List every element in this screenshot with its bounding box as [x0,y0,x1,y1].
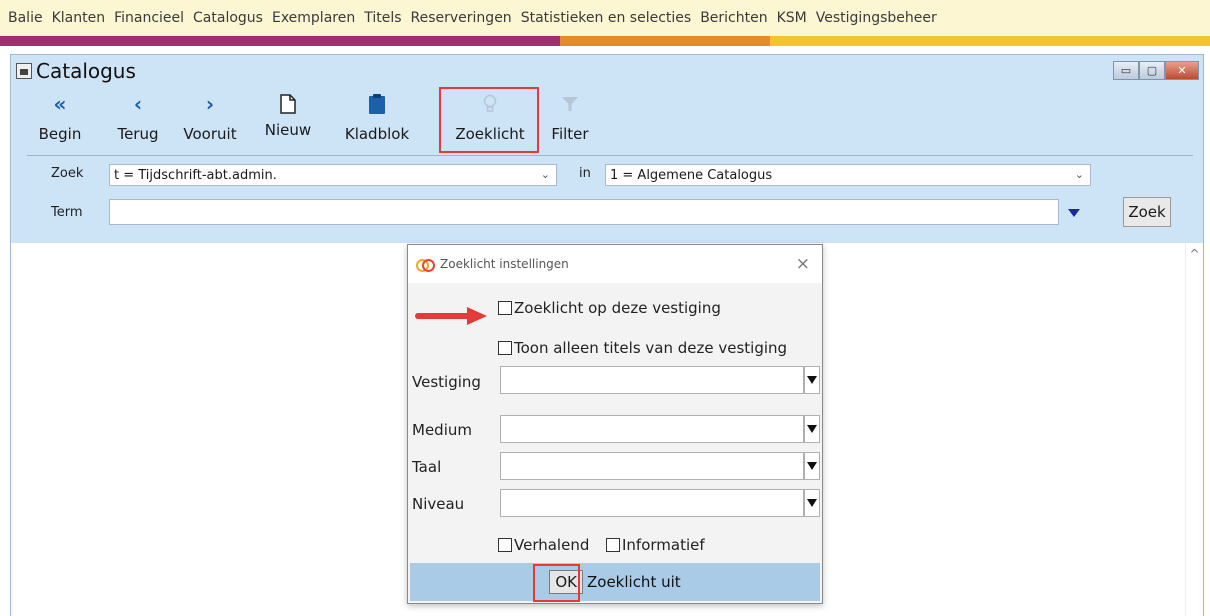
catalog-select[interactable]: 1 = Algemene Catalogus ⌄ [605,164,1091,186]
checkbox-box[interactable] [498,341,512,355]
checkbox-box[interactable] [498,538,512,552]
menu-exemplaren[interactable]: Exemplaren [272,10,355,26]
toon-alleen-checkbox[interactable]: Toon alleen titels van deze vestiging [498,339,787,357]
window-controls: ▭ ▢ ✕ [1113,61,1199,80]
taal-dropdown-icon[interactable] [804,452,820,480]
close-button[interactable]: ✕ [1165,61,1199,80]
filter-label: Filter [551,125,589,143]
in-label: in [579,166,591,181]
chevron-down-icon: ⌄ [1074,168,1084,181]
nieuw-label: Nieuw [264,121,312,139]
verhalend-label: Verhalend [514,536,590,554]
checkbox-box[interactable] [498,301,512,315]
informatief-label: Informatief [622,536,705,554]
zoeklicht-uit-button[interactable]: Zoeklicht uit [587,573,681,591]
vooruit-button[interactable]: › Vooruit [175,87,245,155]
kladblok-label: Kladblok [344,125,410,143]
accent-stripe-yellow [770,36,1210,46]
checkbox-box[interactable] [606,538,620,552]
vestiging-combo[interactable] [500,366,804,394]
menu-financieel[interactable]: Financieel [114,10,184,26]
minimize-button[interactable]: ▭ [1113,61,1139,80]
menu-berichten[interactable]: Berichten [700,10,767,26]
zoeklicht-dialog: Zoeklicht instellingen × Zoeklicht op de… [407,244,823,604]
medium-label: Medium [412,421,472,439]
accent-stripe-orange [560,36,770,46]
zoek-select-value: t = Tijdschrift-abt.admin. [114,167,277,183]
window-icon [16,63,32,79]
new-document-icon [261,87,315,121]
vestiging-dropdown-icon[interactable] [804,366,820,394]
menu-vestigingsbeheer[interactable]: Vestigingsbeheer [816,10,937,26]
chevron-down-icon: ⌄ [540,168,550,181]
dialog-title: Zoeklicht instellingen [440,257,569,271]
menu-klanten[interactable]: Klanten [52,10,106,26]
informatief-checkbox[interactable]: Informatief [606,536,705,554]
nieuw-button[interactable]: Nieuw [261,87,315,155]
menu-statistieken[interactable]: Statistieken en selecties [521,10,692,26]
begin-label: Begin [38,125,82,143]
double-chevron-left-icon: « [53,92,67,116]
medium-combo[interactable] [500,415,804,443]
vooruit-label: Vooruit [183,125,237,143]
filter-button[interactable]: Filter [545,87,595,155]
term-label: Term [51,205,83,220]
zoeklicht-highlight [439,87,539,153]
annotation-arrow-icon [415,307,487,325]
vestiging-zoeklicht-label: Zoeklicht op deze vestiging [514,299,721,317]
menu-balie[interactable]: Balie [8,10,43,26]
taal-combo[interactable] [500,452,804,480]
accent-stripe-purple [0,36,560,46]
vestiging-label: Vestiging [412,373,481,391]
ok-highlight [533,564,580,602]
menu-catalogus[interactable]: Catalogus [193,10,263,26]
verhalend-checkbox[interactable]: Verhalend [498,536,589,554]
dialog-close-icon[interactable]: × [796,254,810,274]
chevron-left-icon: ‹ [133,92,143,116]
medium-dropdown-icon[interactable] [804,415,820,443]
catalog-select-value: 1 = Algemene Catalogus [610,167,773,183]
vestiging-zoeklicht-checkbox[interactable]: Zoeklicht op deze vestiging [498,299,721,317]
toon-alleen-label: Toon alleen titels van deze vestiging [514,339,788,357]
niveau-combo[interactable] [500,489,804,517]
app-logo-icon [416,259,435,272]
toolbar-divider [27,155,1193,156]
niveau-dropdown-icon[interactable] [804,489,820,517]
terug-button[interactable]: ‹ Terug [111,87,165,155]
begin-button[interactable]: « Begin [35,87,85,155]
window-titlebar: Catalogus ▭ ▢ ✕ [11,55,1203,87]
chevron-right-icon: › [205,92,215,116]
term-input[interactable] [109,199,1059,225]
dialog-footer: OK Zoeklicht uit [410,563,820,601]
menu-ksm[interactable]: KSM [777,10,807,26]
dialog-titlebar: Zoeklicht instellingen × [408,245,822,283]
window-title: Catalogus [36,59,136,83]
vertical-scrollbar[interactable]: ^ [1185,243,1203,616]
terug-label: Terug [117,125,159,143]
main-menubar: Balie Klanten Financieel Catalogus Exemp… [0,0,1210,36]
term-dropdown-icon[interactable] [1068,209,1080,217]
menu-reserveringen[interactable]: Reserveringen [411,10,512,26]
catalogus-toolbar: « Begin ‹ Terug › Vooruit Nieuw Kladblok [11,87,1203,155]
zoek-button[interactable]: Zoek [1123,197,1171,227]
zoek-select[interactable]: t = Tijdschrift-abt.admin. ⌄ [109,164,557,186]
clipboard-icon [337,87,417,121]
kladblok-button[interactable]: Kladblok [337,87,417,155]
maximize-button[interactable]: ▢ [1139,61,1165,80]
taal-label: Taal [412,458,442,476]
scroll-up-icon[interactable]: ^ [1186,247,1203,261]
filter-icon [545,87,595,121]
menu-titels[interactable]: Titels [364,10,401,26]
zoek-label: Zoek [51,166,84,181]
niveau-label: Niveau [412,495,465,513]
